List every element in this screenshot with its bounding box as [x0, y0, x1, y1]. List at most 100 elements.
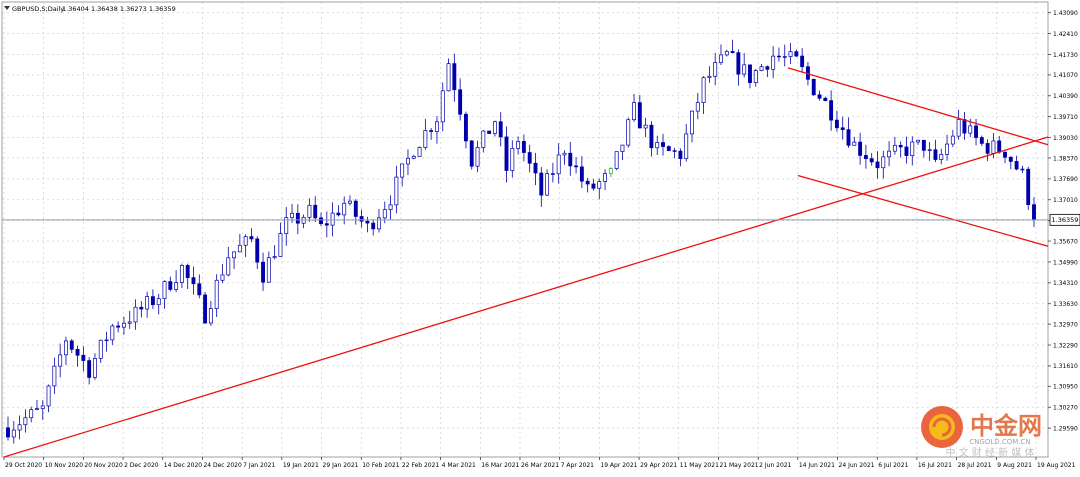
x-tick-label: 10 Nov 2020: [45, 462, 84, 469]
chart-header: GBPUSD,S;Daily 1.36404 1.36438 1.36273 1…: [4, 5, 176, 13]
candle-body-bear: [6, 427, 10, 438]
candle-body-bull: [208, 308, 213, 324]
candle-body-bear: [666, 146, 671, 151]
candle-body-bear: [87, 360, 92, 378]
candle-body-bear: [898, 144, 903, 148]
candle-body-bull: [423, 130, 428, 148]
candle-body-bear: [846, 129, 851, 146]
candle-body-bear: [661, 142, 665, 147]
candle-body-bear: [359, 216, 364, 222]
x-tick-label: 6 Jul 2021: [878, 462, 908, 469]
candle-body-bull: [655, 142, 660, 149]
candle-body-bear: [139, 306, 144, 310]
candle-body-bear: [904, 146, 909, 156]
x-tick-label: 14 Dec 2020: [164, 462, 203, 469]
candle-body-bear: [487, 130, 492, 134]
candle-body-bull: [614, 151, 619, 169]
candle-body-bear: [800, 55, 805, 68]
candle-body-bear: [429, 130, 434, 132]
candle-body-bull: [23, 417, 28, 426]
y-tick-label: 1.30270: [1053, 404, 1078, 411]
candle-body-bull: [991, 140, 996, 154]
candle-body-bull: [29, 409, 34, 419]
y-tick-label: 1.43090: [1053, 10, 1078, 17]
x-tick-label: 24 Jun 2021: [839, 462, 875, 469]
candle-body-bull: [278, 233, 283, 257]
candle-body-bear: [371, 222, 376, 230]
candle-body-bull: [719, 54, 723, 63]
candle-body-bull: [910, 141, 915, 156]
candle-body-bull: [892, 144, 897, 152]
candle-body-bear: [458, 89, 463, 115]
candle-body-bull: [626, 119, 631, 146]
x-tick-label: 24 Dec 2020: [203, 462, 242, 469]
candle-body-bear: [858, 141, 863, 156]
y-tick-label: 1.33630: [1053, 301, 1078, 308]
candle-body-bear: [730, 51, 735, 53]
chart: 1.43090 1.42410 1.41730 1.41070 1.40390 1.397…: [0, 0, 1080, 473]
x-tick-label: 10 Feb 2021: [362, 462, 400, 469]
candle-body-bear: [997, 140, 1002, 153]
candle-body-bear: [469, 140, 474, 167]
candle-body-bear: [353, 200, 358, 217]
candle-body-bull: [435, 121, 439, 132]
candle-body-bull: [950, 135, 955, 145]
x-tick-label: 20 Nov 2020: [84, 462, 123, 469]
candle-body-bull: [713, 62, 718, 77]
candle-body-bull: [707, 75, 712, 78]
y-tick-label: 1.32970: [1053, 321, 1078, 328]
candle-body-bear: [869, 158, 874, 163]
watermark-tagline: 中 文 财 经 新 媒 体: [945, 446, 1034, 459]
candle-body-bull: [35, 408, 39, 410]
candle-body-bull: [400, 163, 405, 178]
candle-body-bear: [533, 162, 538, 174]
candle-body-bear: [324, 223, 329, 226]
price-tag-label: 1.36359: [1052, 216, 1079, 224]
candle-body-bull: [788, 51, 793, 57]
candle-body-bull: [927, 149, 932, 151]
candle-body-bull: [411, 156, 416, 159]
candle-body-bull: [214, 279, 219, 309]
candle-body-bull: [562, 152, 567, 156]
candle-body-bull: [174, 282, 179, 290]
candle-body-bull: [701, 77, 706, 103]
candle-body-bull: [342, 202, 347, 216]
candle-body-bull: [684, 133, 689, 159]
candle-body-bull: [290, 212, 294, 219]
y-tick-label: 1.30950: [1053, 384, 1078, 391]
candle-body-bull: [133, 306, 138, 323]
y-tick-label: 1.39030: [1053, 135, 1078, 142]
y-tick-label: 1.29590: [1053, 425, 1078, 432]
candle-body-bull: [52, 365, 57, 387]
candle-body-bear: [452, 63, 457, 91]
candle-body-bear: [829, 100, 834, 121]
candle-body-bear: [504, 136, 509, 171]
candle-body-bull: [127, 321, 132, 324]
x-tick-label: 28 Jul 2021: [958, 462, 992, 469]
x-tick-label: 16 Jul 2021: [918, 462, 952, 469]
candle-body-bear: [75, 348, 80, 356]
candle-body-bull: [417, 147, 422, 157]
candle-body-bear: [261, 261, 265, 283]
candle-body-bear: [1003, 151, 1007, 158]
x-tick-label: 16 Mar 2021: [481, 462, 519, 469]
candle-body-bear: [974, 125, 978, 138]
x-tick-label: 14 Jun 2021: [799, 462, 835, 469]
candle-body-bear: [985, 143, 990, 154]
candle-body-bear: [255, 238, 260, 263]
x-tick-label: 2 Dec 2020: [124, 462, 159, 469]
candle-body-bear: [736, 52, 741, 75]
candle-body-bear: [81, 354, 86, 361]
watermark-url: CNGOLD.COM.CN: [969, 438, 1030, 446]
x-tick-label: 19 Aug 2021: [1037, 462, 1076, 469]
candle-body-bear: [527, 152, 532, 164]
y-tick-label: 1.38370: [1053, 155, 1078, 162]
candle-body-bear: [921, 139, 926, 151]
candle-body-bull: [597, 181, 602, 189]
y-tick-label: 1.35670: [1053, 238, 1078, 245]
candle-body-bear: [678, 150, 683, 159]
candle-body-bear: [863, 155, 868, 159]
y-tick-label: 1.37690: [1053, 176, 1078, 183]
candle-body-bear: [574, 165, 579, 168]
candle-body-bear: [817, 94, 822, 99]
